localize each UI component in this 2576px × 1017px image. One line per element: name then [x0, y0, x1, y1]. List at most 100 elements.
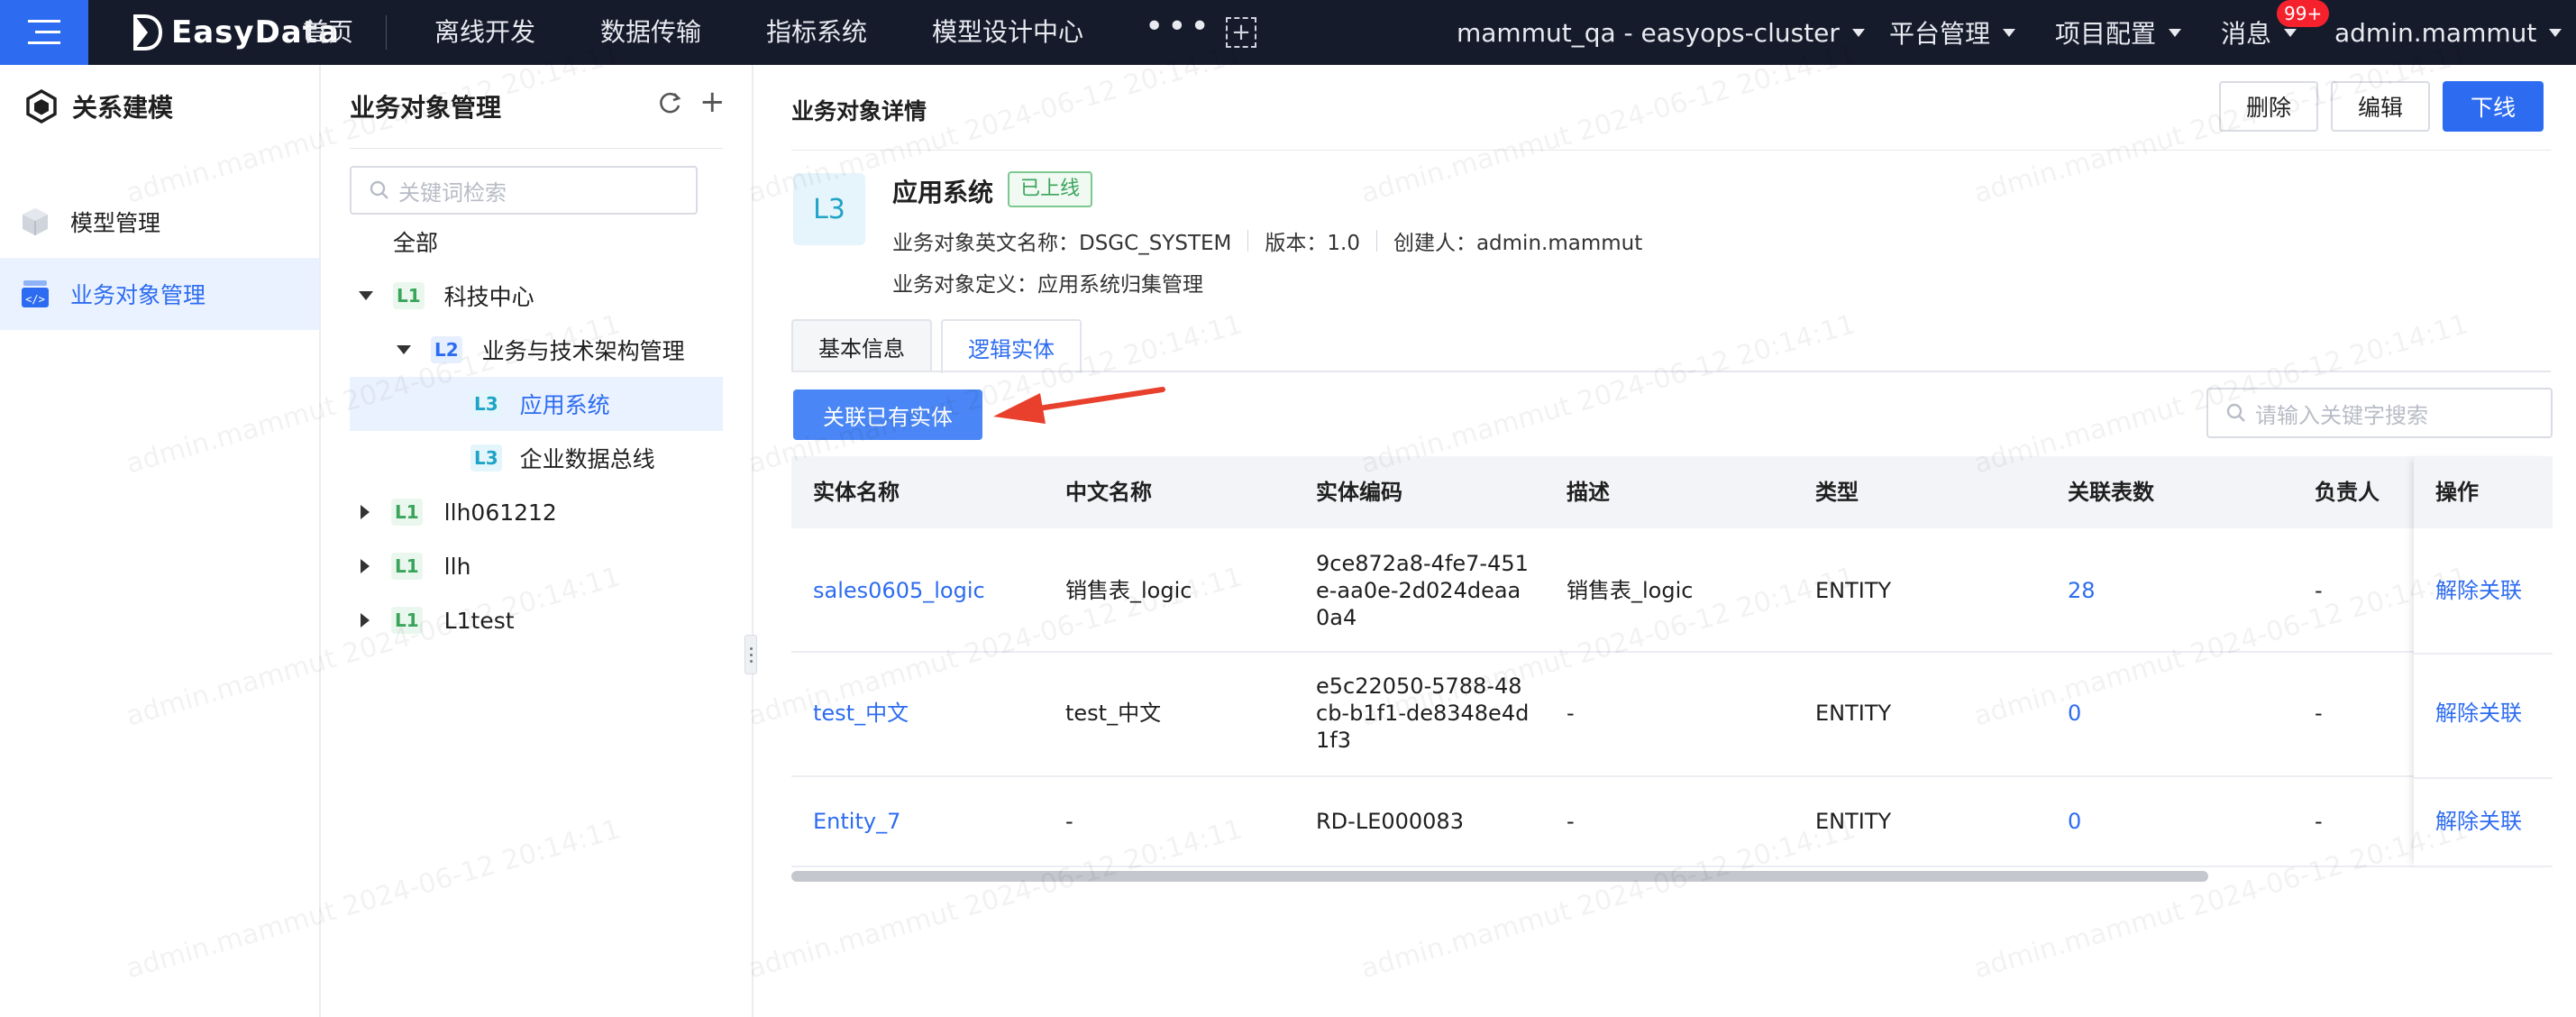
- chevron-down-icon: [2549, 28, 2562, 37]
- message-count-badge: 99+: [2277, 0, 2330, 27]
- column-header-entity-name: 实体名称: [813, 480, 900, 505]
- sidebar-item-label: 业务对象管理: [70, 282, 206, 308]
- level-tag: L1: [393, 282, 425, 309]
- related-tables-count-link[interactable]: 0: [2068, 808, 2081, 835]
- entity-search-input[interactable]: 请输入关键字搜索: [2206, 388, 2553, 438]
- associate-existing-entity-button[interactable]: 关联已有实体: [793, 389, 982, 440]
- cluster-selector[interactable]: mammut_qa - easyops-cluster: [1457, 0, 1865, 65]
- offline-button[interactable]: 下线: [2443, 81, 2544, 132]
- table-row: test_中文 test_中文 e5c22050-5788-48cb-b1f1-…: [791, 653, 2553, 777]
- tree-node-llh061212[interactable]: L1 llh061212: [350, 485, 723, 539]
- collapse-caret-icon[interactable]: [361, 613, 370, 628]
- entity-name-link[interactable]: Entity_7: [813, 808, 900, 835]
- entity-name-link[interactable]: test_中文: [813, 700, 909, 727]
- divider: [350, 148, 723, 149]
- entity-code-cell: e5c22050-5788-48cb-b1f1-de8348e4d1f3: [1316, 673, 1530, 753]
- column-header-operations: 操作: [2435, 480, 2479, 505]
- search-icon: [370, 180, 388, 199]
- owner-cell: -: [2315, 578, 2323, 603]
- chinese-name-cell: -: [1065, 809, 1073, 834]
- menu-toggle-button[interactable]: [0, 0, 88, 65]
- chevron-down-icon: [2284, 28, 2297, 37]
- unlink-button[interactable]: 解除关联: [2435, 577, 2522, 604]
- add-icon[interactable]: +: [699, 87, 726, 117]
- operations-header: 操作: [2414, 456, 2553, 528]
- chinese-name-cell: 销售表_logic: [1065, 578, 1192, 603]
- row-divider: [2414, 866, 2553, 867]
- nav-offline-dev[interactable]: 离线开发: [434, 0, 535, 65]
- chevron-down-icon: [2003, 28, 2016, 37]
- table-horizontal-scrollbar[interactable]: [791, 871, 2208, 882]
- cluster-name: mammut_qa - easyops-cluster: [1457, 17, 1840, 48]
- object-definition: 业务对象定义：应用系统归集管理: [892, 273, 1203, 297]
- left-sidebar: 关系建模 模型管理 </> 业务对象管理: [0, 65, 321, 1017]
- search-icon: [2226, 403, 2245, 422]
- delete-button[interactable]: 删除: [2219, 81, 2318, 132]
- tree-node-application-system[interactable]: L3 应用系统: [350, 377, 723, 431]
- user-menu[interactable]: admin.mammut: [2334, 0, 2562, 65]
- svg-text:</>: </>: [25, 293, 45, 306]
- column-header-description: 描述: [1567, 480, 1610, 505]
- level-tag: L1: [391, 499, 423, 526]
- hamburger-menu-icon: [28, 20, 60, 44]
- description-cell: -: [1567, 701, 1575, 726]
- status-badge: 已上线: [1008, 171, 1093, 207]
- unlink-button[interactable]: 解除关联: [2435, 700, 2522, 727]
- chevron-down-icon: [1851, 28, 1865, 37]
- nav-model-design-center[interactable]: 模型设计中心: [932, 0, 1083, 65]
- search-placeholder: 关键词检索: [398, 179, 507, 206]
- messages-label: 消息: [2221, 19, 2272, 49]
- tab-logical-entities[interactable]: 逻辑实体: [941, 319, 1082, 373]
- tree-search-input[interactable]: 关键词检索: [350, 166, 698, 215]
- row-divider: [2414, 777, 2553, 779]
- platform-management-menu[interactable]: 平台管理: [1889, 0, 2016, 65]
- project-config-menu[interactable]: 项目配置: [2055, 0, 2182, 65]
- expand-caret-icon[interactable]: [397, 345, 411, 354]
- edit-button[interactable]: 编辑: [2331, 81, 2430, 132]
- tab-basic-info[interactable]: 基本信息: [791, 319, 932, 371]
- nav-data-transfer[interactable]: 数据传输: [600, 0, 701, 65]
- meta-divider: [1375, 230, 1377, 252]
- nav-home[interactable]: 首页: [303, 0, 353, 65]
- related-tables-count-link[interactable]: 0: [2068, 700, 2081, 727]
- related-tables-count-link[interactable]: 28: [2068, 577, 2096, 604]
- project-config-label: 项目配置: [2055, 19, 2157, 49]
- chinese-name-cell: test_中文: [1065, 701, 1162, 726]
- nav-add-icon[interactable]: +: [1226, 17, 1256, 48]
- type-cell: ENTITY: [1815, 701, 1892, 726]
- expand-caret-icon[interactable]: [359, 291, 373, 300]
- column-header-entity-code: 实体编码: [1316, 480, 1402, 505]
- nav-metrics-system[interactable]: 指标系统: [766, 0, 867, 65]
- collapse-caret-icon[interactable]: [361, 505, 370, 519]
- cube-icon: [23, 208, 48, 235]
- sidebar-item-business-object-management[interactable]: </> 业务对象管理: [0, 258, 319, 330]
- tree-node-label: 应用系统: [519, 392, 610, 418]
- tree-node-label: 科技中心: [443, 284, 534, 310]
- tree-node-llh[interactable]: L1 llh: [350, 539, 723, 593]
- tree-node-all[interactable]: 全部: [350, 215, 723, 269]
- tree-node-arch-management[interactable]: L2 业务与技术架构管理: [350, 323, 723, 377]
- chevron-down-icon: [2169, 28, 2182, 37]
- column-header-related-tables: 关联表数: [2068, 480, 2154, 505]
- operations-column: 操作 解除关联 解除关联 解除关联: [2414, 456, 2553, 867]
- tree-node-enterprise-bus[interactable]: L3 企业数据总线: [350, 431, 723, 485]
- type-cell: ENTITY: [1815, 578, 1892, 603]
- refresh-icon[interactable]: [656, 90, 683, 117]
- entity-name-link[interactable]: sales0605_logic: [813, 577, 985, 604]
- business-object-tree-panel: 业务对象管理 + 关键词检索 全部 L1 科技中心 L2 业务与技术架构管理 L…: [321, 65, 754, 1017]
- sidebar-item-model-management[interactable]: 模型管理: [0, 186, 319, 258]
- tree-node-tech-center[interactable]: L1 科技中心: [350, 269, 723, 323]
- easydata-logo-icon: [133, 14, 162, 50]
- unlink-button[interactable]: 解除关联: [2435, 808, 2522, 835]
- collapse-caret-icon[interactable]: [361, 559, 370, 573]
- tree-node-label: llh: [443, 553, 471, 580]
- page-title: 业务对象详情: [791, 98, 927, 124]
- user-name: admin.mammut: [2334, 17, 2537, 48]
- nav-more-icon[interactable]: •••: [1145, 0, 1213, 65]
- level-tag: L3: [470, 444, 502, 472]
- nav-divider: [386, 15, 387, 50]
- tree-node-l1test[interactable]: L1 L1test: [350, 593, 723, 647]
- business-object-detail: 业务对象详情 删除 编辑 下线 L3 应用系统 已上线 业务对象英文名称：DSG…: [755, 65, 2576, 1017]
- tree-node-label: 全部: [393, 230, 439, 256]
- sidebar-item-label: 模型管理: [70, 210, 161, 236]
